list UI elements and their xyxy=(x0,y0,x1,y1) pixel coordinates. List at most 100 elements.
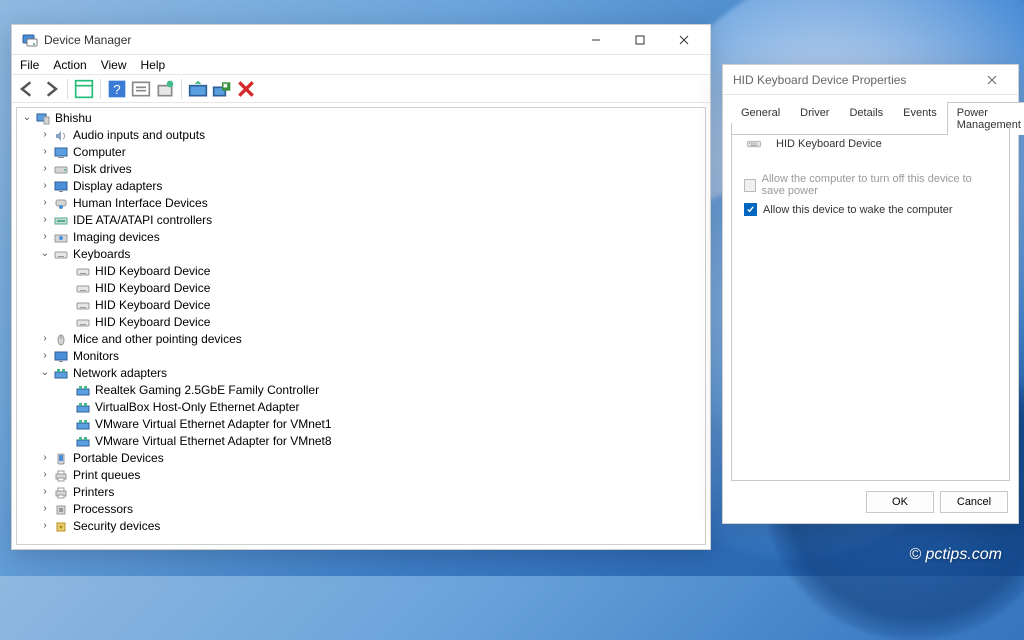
expand-glyph[interactable]: › xyxy=(39,501,51,518)
expand-glyph[interactable]: › xyxy=(39,229,51,246)
device-item[interactable]: HID Keyboard Device xyxy=(17,263,705,280)
expand-glyph[interactable]: › xyxy=(39,331,51,348)
device-item[interactable]: VMware Virtual Ethernet Adapter for VMne… xyxy=(17,416,705,433)
tree-item-label: Keyboards xyxy=(73,246,130,263)
device-item[interactable]: VirtualBox Host-Only Ethernet Adapter xyxy=(17,399,705,416)
device-category[interactable]: › Processors xyxy=(17,501,705,518)
expand-glyph[interactable]: › xyxy=(39,348,51,365)
device-tree[interactable]: ⌄Bhishu›Audio inputs and outputs›Compute… xyxy=(17,108,705,544)
keyboard-icon xyxy=(75,282,91,296)
printer-icon xyxy=(53,486,69,500)
menu-view[interactable]: View xyxy=(101,58,127,72)
device-category[interactable]: ⌄Network adapters xyxy=(17,365,705,382)
tree-item-label: Processors xyxy=(73,501,133,518)
device-item[interactable]: Realtek Gaming 2.5GbE Family Controller xyxy=(17,382,705,399)
security-icon xyxy=(53,520,69,534)
forward-button[interactable] xyxy=(40,78,62,100)
expand-glyph[interactable]: › xyxy=(39,484,51,501)
computer-icon xyxy=(53,146,69,160)
expand-glyph[interactable]: › xyxy=(39,178,51,195)
net-icon xyxy=(75,401,91,415)
toolbar-separator xyxy=(181,79,182,99)
tree-item-label: Bhishu xyxy=(55,110,92,127)
device-category[interactable]: › Audio inputs and outputs xyxy=(17,127,705,144)
device-item[interactable]: HID Keyboard Device xyxy=(17,280,705,297)
keyboard-icon xyxy=(75,265,91,279)
device-category[interactable]: ›Printers xyxy=(17,484,705,501)
expand-glyph[interactable]: › xyxy=(39,195,51,212)
tree-item-label: HID Keyboard Device xyxy=(95,263,210,280)
properties-button[interactable] xyxy=(130,78,152,100)
maximize-button[interactable] xyxy=(618,25,662,55)
tree-item-label: VMware Virtual Ethernet Adapter for VMne… xyxy=(95,433,332,450)
collapse-glyph[interactable]: ⌄ xyxy=(39,246,51,263)
hid-icon xyxy=(53,197,69,211)
toolbar: ? xyxy=(12,75,710,103)
device-category[interactable]: › Computer xyxy=(17,144,705,161)
close-button[interactable] xyxy=(662,25,706,55)
disable-device-button[interactable] xyxy=(235,78,257,100)
device-category[interactable]: › Disk drives xyxy=(17,161,705,178)
back-button[interactable] xyxy=(16,78,38,100)
device-category[interactable]: › Print queues xyxy=(17,467,705,484)
tree-item-label: Print queues xyxy=(73,467,140,484)
monitor-icon xyxy=(53,350,69,364)
uninstall-device-button[interactable] xyxy=(211,78,233,100)
menu-file[interactable]: File xyxy=(20,58,39,72)
scan-hardware-button[interactable] xyxy=(154,78,176,100)
device-item[interactable]: HID Keyboard Device xyxy=(17,314,705,331)
tree-item-label: HID Keyboard Device xyxy=(95,314,210,331)
device-item[interactable]: HID Keyboard Device xyxy=(17,297,705,314)
help-button[interactable]: ? xyxy=(106,78,128,100)
collapse-glyph[interactable]: ⌄ xyxy=(21,110,33,127)
minimize-button[interactable] xyxy=(574,25,618,55)
tree-item-label: Realtek Gaming 2.5GbE Family Controller xyxy=(95,382,319,399)
expand-glyph[interactable]: › xyxy=(39,144,51,161)
expand-glyph[interactable]: › xyxy=(39,467,51,484)
tree-item-label: Imaging devices xyxy=(73,229,160,246)
expand-glyph[interactable]: › xyxy=(39,450,51,467)
tree-item-label: Monitors xyxy=(73,348,119,365)
tree-item-label: Audio inputs and outputs xyxy=(73,127,205,144)
collapse-glyph[interactable]: ⌄ xyxy=(39,365,51,382)
expand-glyph[interactable]: › xyxy=(39,212,51,229)
checkbox-allow-wake[interactable] xyxy=(744,203,757,216)
tree-item-label: Disk drives xyxy=(73,161,132,178)
tree-item-label: VirtualBox Host-Only Ethernet Adapter xyxy=(95,399,300,416)
menu-action[interactable]: Action xyxy=(53,58,86,72)
device-category[interactable]: › Portable Devices xyxy=(17,450,705,467)
display-icon xyxy=(53,180,69,194)
device-category[interactable]: ⌄ Bhishu xyxy=(17,110,705,127)
device-category[interactable]: › Imaging devices xyxy=(17,229,705,246)
expand-glyph[interactable]: › xyxy=(39,518,51,535)
device-category[interactable]: ›IDE ATA/ATAPI controllers xyxy=(17,212,705,229)
tree-item-label: Computer xyxy=(73,144,126,161)
tree-item-label: VMware Virtual Ethernet Adapter for VMne… xyxy=(95,416,332,433)
device-category[interactable]: ›Mice and other pointing devices xyxy=(17,331,705,348)
device-category[interactable]: ⌄ Keyboards xyxy=(17,246,705,263)
device-item[interactable]: VMware Virtual Ethernet Adapter for VMne… xyxy=(17,433,705,450)
expand-glyph[interactable]: › xyxy=(39,127,51,144)
dialog-titlebar[interactable]: HID Keyboard Device Properties xyxy=(723,65,1018,95)
close-button[interactable] xyxy=(970,65,1014,95)
keyboard-icon xyxy=(53,248,69,262)
net-icon xyxy=(53,367,69,381)
menu-help[interactable]: Help xyxy=(141,58,166,72)
checkbox-allow-turn-off xyxy=(744,179,756,192)
tree-item-label: Display adapters xyxy=(73,178,162,195)
cancel-button[interactable]: Cancel xyxy=(940,491,1008,513)
device-category[interactable]: › Display adapters xyxy=(17,178,705,195)
tree-item-label: Portable Devices xyxy=(73,450,164,467)
show-hide-tree-button[interactable] xyxy=(73,78,95,100)
window-titlebar[interactable]: Device Manager xyxy=(12,25,710,55)
device-category[interactable]: ›Human Interface Devices xyxy=(17,195,705,212)
expand-glyph[interactable]: › xyxy=(39,161,51,178)
ok-button[interactable]: OK xyxy=(866,491,934,513)
device-manager-icon xyxy=(22,32,38,48)
tab-panel-power-management: HID Keyboard Device Allow the computer t… xyxy=(731,123,1010,481)
device-category[interactable]: › Monitors xyxy=(17,348,705,365)
device-category[interactable]: ›Security devices xyxy=(17,518,705,535)
device-name-label: HID Keyboard Device xyxy=(776,138,882,150)
cpu-icon xyxy=(53,503,69,517)
update-driver-button[interactable] xyxy=(187,78,209,100)
